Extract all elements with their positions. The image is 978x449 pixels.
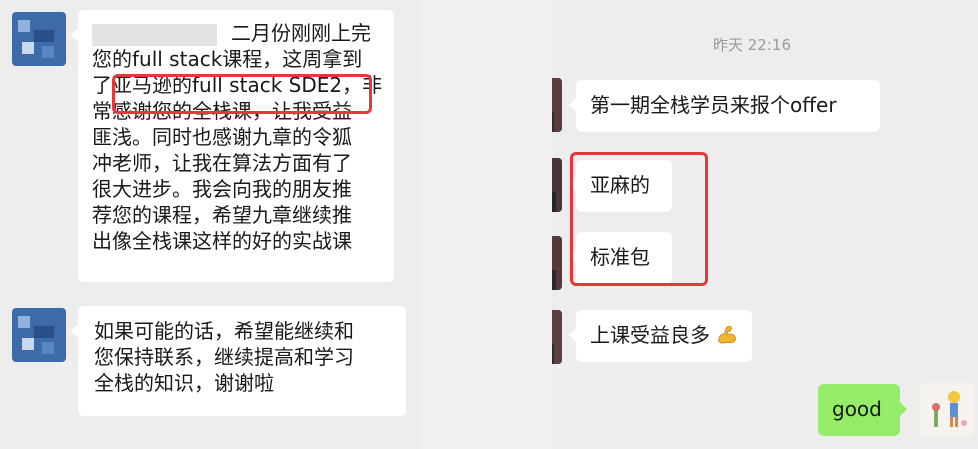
message-line: 匪浅。同时也感谢九章的令狐 bbox=[92, 125, 352, 149]
reply-bubble[interactable]: good bbox=[818, 384, 907, 436]
message-line: 冲老师，让我在算法方面有了 bbox=[92, 151, 352, 175]
right-chat-screenshot: 昨天 22:16 第一期全栈学员来报个offer 亚麻的 标准包 上课受益良多 bbox=[552, 0, 978, 449]
message-bubble[interactable]: 第一期全栈学员来报个offer bbox=[569, 80, 880, 132]
timestamp: 昨天 22:16 bbox=[713, 36, 791, 54]
highlight-box bbox=[112, 74, 372, 114]
message-line: 出像全栈课这样的好的实战课 bbox=[92, 229, 352, 253]
avatar[interactable] bbox=[552, 158, 562, 212]
avatar[interactable] bbox=[552, 236, 562, 290]
message-text: 第一期全栈学员来报个offer bbox=[590, 93, 837, 117]
message-line: 荐您的课程，希望九章继续推 bbox=[92, 203, 352, 227]
highlight-box bbox=[570, 152, 708, 286]
message-line: 如果可能的话，希望能继续和 bbox=[94, 319, 354, 343]
message-text: 上课受益良多 bbox=[590, 323, 710, 347]
sticker-image[interactable] bbox=[920, 383, 974, 437]
avatar[interactable] bbox=[12, 12, 66, 66]
redacted-name bbox=[92, 23, 217, 46]
message-bubble[interactable]: 上课受益良多 bbox=[569, 310, 752, 362]
message-line: 很大进步。我会向我的朋友推 bbox=[92, 177, 352, 201]
message-bubble[interactable]: 二月份刚刚上完 您的full stack课程，这周拿到 了亚马逊的full st… bbox=[71, 10, 394, 282]
avatar[interactable] bbox=[552, 310, 562, 364]
message-line: 您的full stack课程，这周拿到 bbox=[92, 47, 363, 71]
avatar[interactable] bbox=[12, 308, 66, 362]
sticker-illustration bbox=[932, 391, 967, 427]
reply-text: good bbox=[832, 397, 882, 421]
message-bubble[interactable]: 如果可能的话，希望能继续和 您保持联系，继续提高和学习 全栈的知识，谢谢啦 bbox=[71, 306, 406, 416]
left-chat-screenshot: 二月份刚刚上完 您的full stack课程，这周拿到 了亚马逊的full st… bbox=[0, 0, 418, 449]
avatar[interactable] bbox=[552, 78, 562, 132]
divider-band bbox=[418, 0, 552, 449]
biceps-emoji-icon bbox=[718, 325, 737, 344]
message-line: 二月份刚刚上完 bbox=[92, 20, 382, 46]
message-line: 您保持联系，继续提高和学习 bbox=[94, 345, 354, 369]
message-line: 全栈的知识，谢谢啦 bbox=[94, 371, 274, 395]
